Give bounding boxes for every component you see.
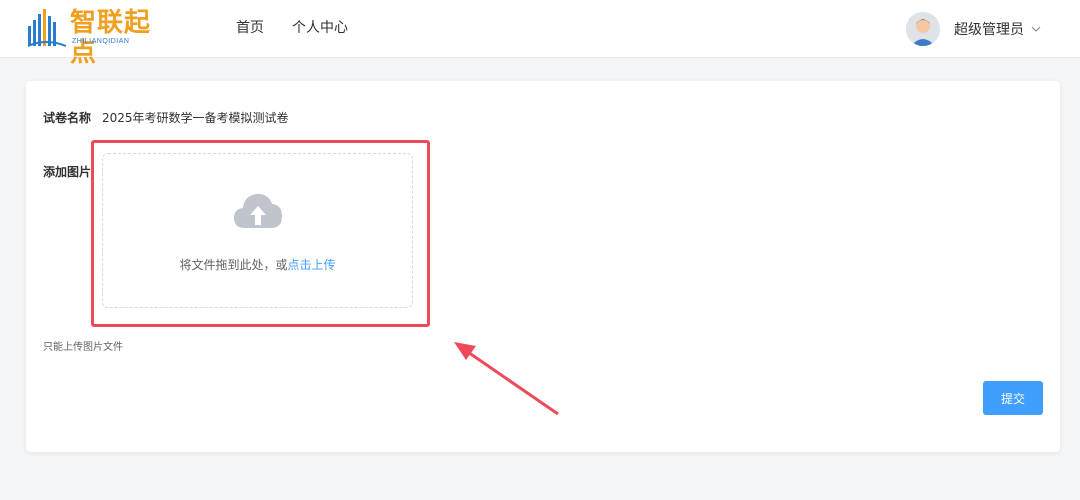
annotation-arrow-icon	[454, 342, 559, 416]
logo[interactable]: 智联起点 ZHILIANQIDIAN	[26, 6, 176, 68]
paper-name-value: 2025年考研数学一备考模拟测试卷	[102, 111, 289, 125]
avatar-icon	[906, 12, 940, 46]
top-header: 智联起点 ZHILIANQIDIAN 首页 个人中心 超级管理员	[0, 0, 1080, 68]
add-image-label: 添加图片	[43, 165, 92, 179]
avatar	[906, 12, 940, 46]
chevron-down-icon	[1031, 26, 1041, 32]
paper-name-label: 试卷名称	[43, 111, 92, 125]
logo-subtitle: ZHILIANQIDIAN	[72, 38, 130, 45]
upload-tip: 只能上传图片文件	[43, 342, 123, 353]
annotation-highlight-box	[91, 140, 430, 327]
user-menu[interactable]: 超级管理员	[906, 12, 1042, 46]
logo-books-icon	[27, 9, 67, 47]
submit-button[interactable]: 提交	[983, 381, 1043, 415]
user-name: 超级管理员	[954, 22, 1024, 38]
nav-personal-center[interactable]: 个人中心	[292, 17, 348, 37]
nav-home[interactable]: 首页	[236, 17, 264, 37]
